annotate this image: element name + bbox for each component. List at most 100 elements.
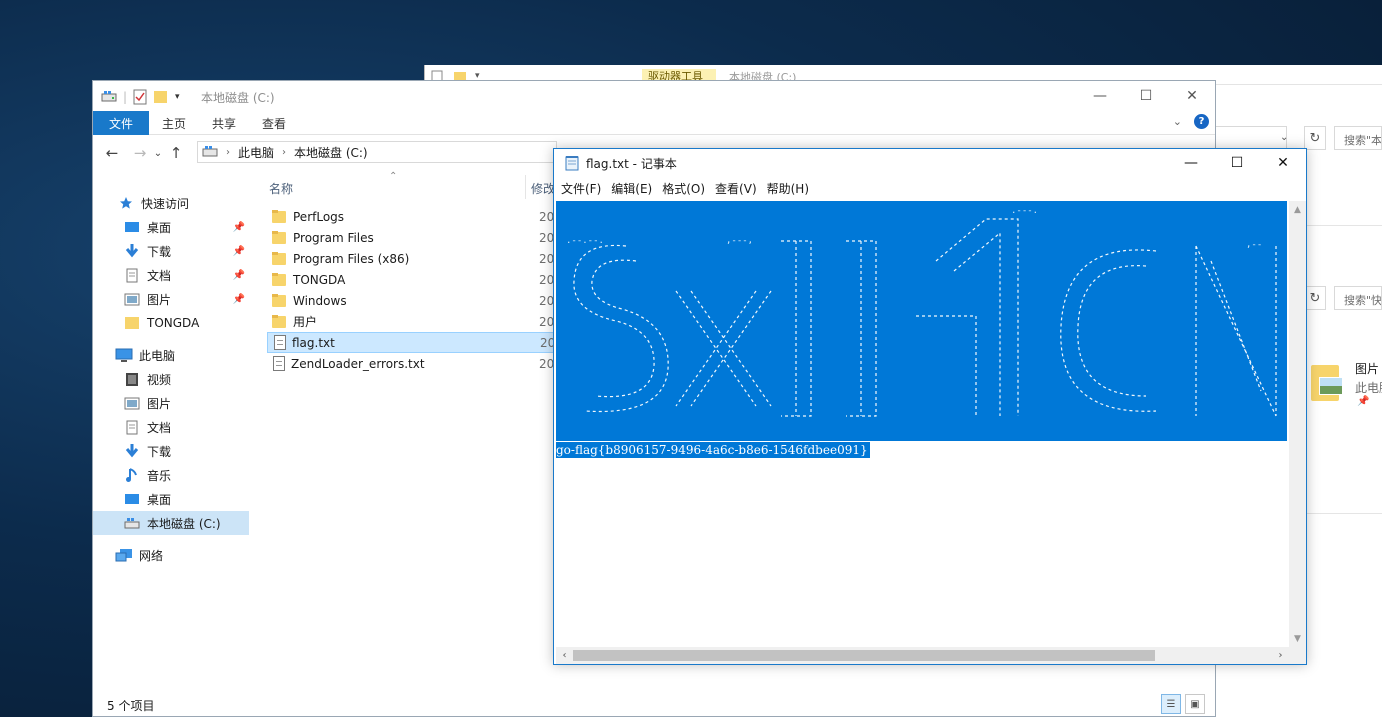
menu-file[interactable]: 文件(F) [556,180,606,197]
file-row[interactable]: ZendLoader_errors.txt 2025 [267,353,570,374]
minimize-icon[interactable]: — [1168,149,1214,177]
scroll-right-icon[interactable]: › [1272,647,1289,664]
sidebar-item-label: 桌面 [147,492,172,507]
pin-icon: 📌 [1357,396,1370,407]
divider [1307,513,1382,514]
tile-title[interactable]: 图片 [1355,360,1379,377]
refresh-icon[interactable]: ↻ [1304,286,1326,310]
sort-ascending-icon: ⌃ [389,171,398,182]
close-icon[interactable]: ✕ [1260,149,1306,177]
column-divider[interactable] [525,175,526,199]
file-row-selected[interactable]: flag.txt 2025 [267,332,571,353]
background-search-input[interactable]: 搜索"本 [1334,126,1382,150]
menu-format[interactable]: 格式(O) [657,180,710,197]
sidebar-item-drive-c[interactable]: 本地磁盘 (C:) [93,511,249,535]
pin-icon[interactable]: 📌 [233,294,245,305]
horizontal-scrollbar[interactable]: ‹ › [556,647,1289,664]
notepad-titlebar[interactable]: flag.txt - 记事本 — ☐ ✕ [554,149,1306,177]
file-row[interactable]: Program Files (x86) 2025 [267,248,570,269]
scroll-left-icon[interactable]: ‹ [556,647,573,664]
folder-icon [271,272,287,288]
file-row[interactable]: Program Files 2025 [267,227,570,248]
minimize-icon[interactable]: — [1077,81,1123,111]
sidebar-item-documents[interactable]: 文档 [93,415,249,439]
horizontal-scroll-thumb[interactable] [573,650,1155,661]
maximize-icon[interactable]: ☐ [1123,81,1169,111]
menu-view[interactable]: 查看(V) [710,180,762,197]
sidebar-item-quick-access[interactable]: 快速访问 [93,191,249,215]
menu-help[interactable]: 帮助(H) [762,180,814,197]
sidebar-item-videos[interactable]: 视频 [93,367,249,391]
folder-icon [271,314,287,330]
sidebar-item-desktop-pinned[interactable]: 桌面 📌 [93,215,249,239]
file-name: 用户 [293,315,318,329]
up-icon[interactable]: ↑ [165,144,187,162]
divider [1307,225,1382,226]
large-icons-view-icon[interactable]: ▣ [1185,694,1205,714]
ribbon-tabs: 文件 主页 共享 查看 ⌄ ? [93,111,1215,135]
expand-ribbon-icon[interactable]: ⌄ [1173,115,1182,128]
vertical-scrollbar[interactable]: ▲ ▼ [1289,201,1306,647]
file-row[interactable]: 用户 2025 [267,311,570,332]
breadcrumb-this-pc[interactable]: 此电脑 [238,144,274,161]
forward-icon[interactable]: → [129,144,151,162]
breadcrumb-drive-c[interactable]: 本地磁盘 (C:) [294,144,368,161]
sidebar-item-desktop[interactable]: 桌面 [93,487,249,511]
menu-edit[interactable]: 编辑(E) [606,180,657,197]
text-file-icon [274,335,286,350]
chevron-down-icon[interactable]: ⌄ [1280,132,1294,143]
notepad-title: flag.txt - 记事本 [586,156,677,171]
breadcrumb-separator[interactable]: › [282,147,286,158]
tab-home[interactable]: 主页 [149,111,199,135]
resize-grip[interactable] [1289,647,1306,664]
sidebar-item-music[interactable]: 音乐 [93,463,249,487]
customize-dropdown-icon[interactable]: ▾ [175,92,180,102]
file-name: flag.txt [292,335,335,350]
pictures-folder-icon[interactable] [1311,363,1343,403]
file-row[interactable]: Windows 2025 [267,290,570,311]
column-modified[interactable]: 修改 [531,180,555,197]
desktop-icon [123,491,141,507]
download-icon [123,243,141,259]
drive-icon [123,515,141,531]
refresh-icon[interactable]: ↻ [1304,126,1326,150]
file-row[interactable]: TONGDA 2025 [267,269,570,290]
address-bar[interactable]: › 此电脑 › 本地磁盘 (C:) [197,141,557,163]
sidebar-item-pictures[interactable]: 图片 [93,391,249,415]
recent-locations-icon[interactable]: ⌄ [151,148,165,159]
pin-icon[interactable]: 📌 [233,270,245,281]
details-view-icon[interactable]: ☰ [1161,694,1181,714]
sidebar-item-downloads[interactable]: 下载 [93,439,249,463]
notepad-text-area[interactable]: .---. .--.--. ,---, ,-- go-flag{b8906157… [556,201,1289,647]
file-name: TONGDA [293,272,346,287]
sidebar-item-tongda[interactable]: TONGDA [93,311,249,335]
background-search-input-2[interactable]: 搜索"快 [1334,286,1382,310]
video-icon [123,371,141,387]
sidebar-item-downloads-pinned[interactable]: 下载 📌 [93,239,249,263]
tab-share[interactable]: 共享 [199,111,249,135]
sidebar-item-documents-pinned[interactable]: 文档 📌 [93,263,249,287]
pin-icon[interactable]: 📌 [233,246,245,257]
properties-icon[interactable] [133,89,147,105]
maximize-icon[interactable]: ☐ [1214,149,1260,177]
tab-file[interactable]: 文件 [93,111,150,135]
scroll-down-icon[interactable]: ▼ [1289,630,1306,647]
file-row[interactable]: PerfLogs 2025 [267,206,570,227]
new-folder-icon[interactable] [153,90,169,104]
file-name: Program Files (x86) [293,251,410,266]
column-name[interactable]: 名称 [269,180,293,197]
help-icon[interactable]: ? [1194,114,1209,129]
folder-icon [271,230,287,246]
notepad-window[interactable]: flag.txt - 记事本 — ☐ ✕ 文件(F) 编辑(E) 格式(O) 查… [553,148,1307,665]
explorer-titlebar[interactable]: | ▾ 本地磁盘 (C:) — ☐ ✕ [93,81,1215,111]
back-icon[interactable]: ← [101,144,123,162]
sidebar-item-this-pc[interactable]: 此电脑 [93,343,249,367]
sidebar-item-pictures-pinned[interactable]: 图片 📌 [93,287,249,311]
breadcrumb-separator[interactable]: › [226,147,230,158]
sidebar-item-network[interactable]: 网络 [93,543,249,567]
tab-view[interactable]: 查看 [249,111,299,135]
close-icon[interactable]: ✕ [1169,81,1215,111]
scroll-up-icon[interactable]: ▲ [1289,201,1306,218]
pin-icon[interactable]: 📌 [233,222,245,233]
sidebar-item-label: 文档 [147,268,172,283]
